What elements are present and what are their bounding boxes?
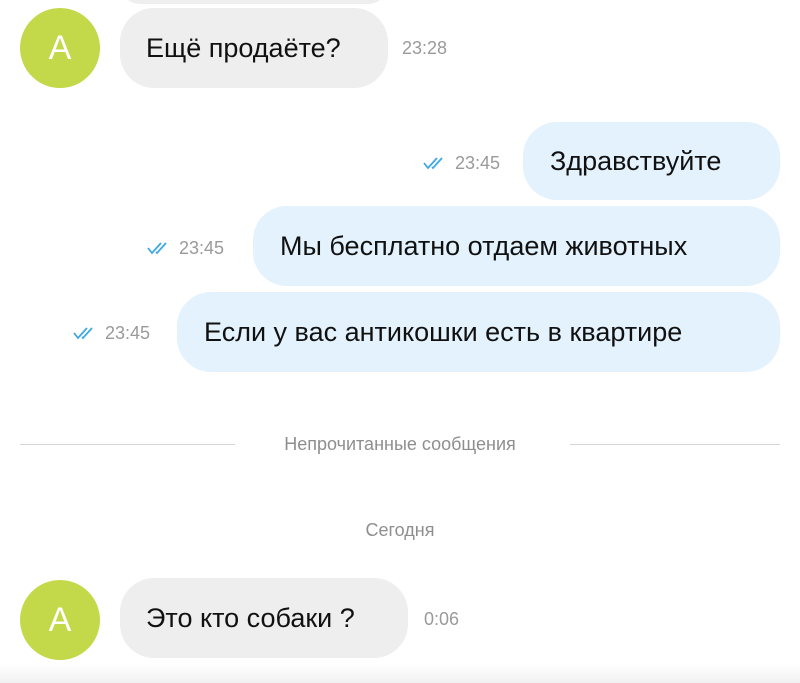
divider-line-right: [570, 444, 780, 445]
message-text: Это кто собаки ?: [146, 602, 355, 633]
message-meta: 23:45: [423, 151, 500, 175]
previous-message-bubble-fragment: [120, 0, 388, 4]
message-text: Здравствуйте: [550, 145, 722, 176]
message-text: Мы бесплатно отдаем животных: [280, 230, 688, 261]
double-check-icon: [147, 241, 173, 255]
message-time: 23:45: [105, 322, 151, 343]
message-time: 23:45: [179, 237, 225, 258]
outgoing-message-bubble[interactable]: Мы бесплатно отдаем животных: [253, 206, 780, 286]
outgoing-message-bubble[interactable]: Если у вас антикошки есть в квартире: [177, 292, 780, 372]
date-separator: Сегодня: [365, 520, 435, 540]
message-time: 23:45: [455, 152, 501, 173]
sender-avatar[interactable]: А: [20, 8, 100, 88]
double-check-icon: [73, 326, 99, 340]
message-meta: 23:45: [147, 236, 224, 260]
bottom-shadow: [0, 664, 800, 683]
incoming-message-bubble[interactable]: Ещё продаёте?: [120, 8, 388, 88]
message-time: 0:06: [424, 609, 460, 629]
outgoing-message-bubble[interactable]: Здравствуйте: [523, 122, 780, 200]
message-text: Ещё продаёте?: [146, 32, 341, 63]
message-time: 23:28: [402, 38, 448, 58]
sender-avatar[interactable]: А: [20, 580, 100, 660]
incoming-message-bubble[interactable]: Это кто собаки ?: [120, 578, 408, 658]
double-check-icon: [423, 156, 449, 170]
message-text: Если у вас антикошки есть в квартире: [204, 316, 683, 347]
avatar-initial: А: [48, 600, 72, 639]
avatar-initial: А: [48, 28, 72, 67]
message-meta: 23:45: [73, 321, 150, 345]
